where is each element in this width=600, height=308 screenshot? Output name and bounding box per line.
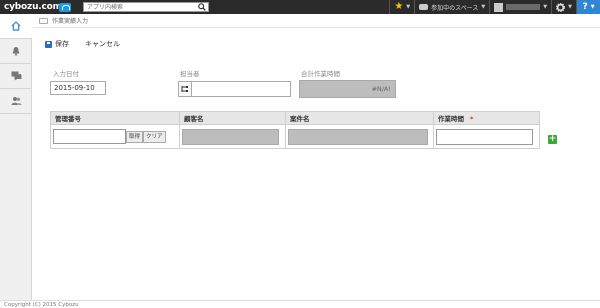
id-input[interactable] bbox=[53, 129, 126, 144]
org-tree-icon bbox=[181, 86, 188, 92]
total-time-value: #N/A! bbox=[299, 80, 396, 98]
gear-icon bbox=[556, 2, 566, 12]
save-button[interactable]: 保存 bbox=[45, 39, 69, 49]
sidebar-item-people[interactable] bbox=[0, 89, 32, 114]
sidebar bbox=[0, 14, 32, 300]
save-icon bbox=[45, 40, 52, 48]
help-label: ? bbox=[582, 2, 588, 12]
fetch-button[interactable]: 取得 bbox=[126, 130, 144, 143]
chevron-down-icon: ▼ bbox=[406, 4, 411, 10]
message-icon bbox=[11, 71, 21, 81]
project-value bbox=[288, 128, 428, 145]
assignee-field[interactable] bbox=[178, 81, 291, 97]
breadcrumb: 作業実績入力 bbox=[33, 14, 600, 28]
date-field[interactable]: 2015-09-10 bbox=[50, 81, 106, 95]
project-cell bbox=[285, 124, 434, 149]
avatar bbox=[494, 2, 504, 12]
work-time-label: 作業時間 bbox=[438, 115, 464, 123]
required-mark: * bbox=[470, 115, 474, 123]
spaces-menu[interactable]: 参加中のスペース ▼ bbox=[414, 0, 489, 14]
app-search bbox=[83, 2, 209, 12]
column-header-project: 案件名 bbox=[285, 111, 434, 125]
search-input[interactable] bbox=[84, 3, 196, 11]
star-icon: ★ bbox=[394, 1, 404, 12]
column-header-customer: 顧客名 bbox=[179, 111, 286, 125]
people-icon bbox=[11, 97, 21, 105]
work-time-cell bbox=[433, 124, 540, 149]
table-row: 取得 クリア bbox=[50, 124, 540, 149]
chevron-down-icon: ▼ bbox=[568, 4, 572, 10]
date-label: 入力日付 bbox=[53, 70, 79, 78]
cancel-button[interactable]: キャンセル bbox=[85, 39, 120, 49]
id-cell: 取得 クリア bbox=[50, 124, 180, 149]
chevron-down-icon: ▼ bbox=[481, 4, 486, 10]
user-menu[interactable]: ▼ bbox=[489, 0, 551, 14]
total-time-label: 合計作業時間 bbox=[301, 70, 340, 78]
save-label: 保存 bbox=[55, 40, 69, 48]
favorites-menu[interactable]: ★ ▼ bbox=[389, 0, 414, 14]
work-time-input[interactable] bbox=[436, 128, 533, 145]
breadcrumb-label[interactable]: 作業実績入力 bbox=[52, 16, 88, 25]
chevron-down-icon: ▼ bbox=[543, 4, 548, 10]
help-button[interactable]: ? ▼ bbox=[576, 0, 600, 14]
clear-button[interactable]: クリア bbox=[143, 130, 166, 143]
chevron-down-icon: ▼ bbox=[590, 4, 595, 10]
sidebar-item-home[interactable] bbox=[0, 14, 32, 39]
portal-icon[interactable] bbox=[59, 2, 71, 12]
main-content: 作業実績入力 保存 キャンセル 入力日付 2015-09-10 担当者 合計作業… bbox=[33, 14, 600, 300]
cybozu-logo[interactable]: cybozu.com bbox=[0, 2, 62, 12]
footer-copyright: Copyright (C) 2015 Cybozu bbox=[0, 300, 600, 308]
user-name bbox=[506, 4, 541, 10]
column-header-work-time: 作業時間 * bbox=[433, 111, 540, 125]
bell-icon bbox=[12, 47, 20, 56]
assignee-label: 担当者 bbox=[180, 70, 200, 78]
settings-menu[interactable]: ▼ bbox=[551, 0, 576, 14]
sidebar-item-notifications[interactable] bbox=[0, 39, 32, 64]
customer-cell bbox=[179, 124, 286, 149]
work-subtable: 管理番号 顧客名 案件名 作業時間 * 取得 クリア bbox=[50, 111, 540, 149]
form-actions: 保存 キャンセル bbox=[45, 39, 120, 49]
column-header-id: 管理番号 bbox=[50, 111, 180, 125]
add-row-button[interactable]: + bbox=[548, 135, 557, 144]
spaces-label: 参加中のスペース bbox=[431, 4, 479, 12]
sidebar-item-messages[interactable] bbox=[0, 64, 32, 89]
spaces-icon bbox=[419, 4, 429, 10]
home-icon bbox=[11, 21, 21, 31]
top-bar: cybozu.com ★▼ 参加中のスペース ▼ ▼ ▼ ? ▼ bbox=[0, 0, 600, 14]
app-icon bbox=[39, 17, 48, 24]
org-select-button[interactable] bbox=[179, 82, 192, 96]
customer-value bbox=[182, 128, 279, 145]
search-icon[interactable] bbox=[197, 3, 207, 11]
